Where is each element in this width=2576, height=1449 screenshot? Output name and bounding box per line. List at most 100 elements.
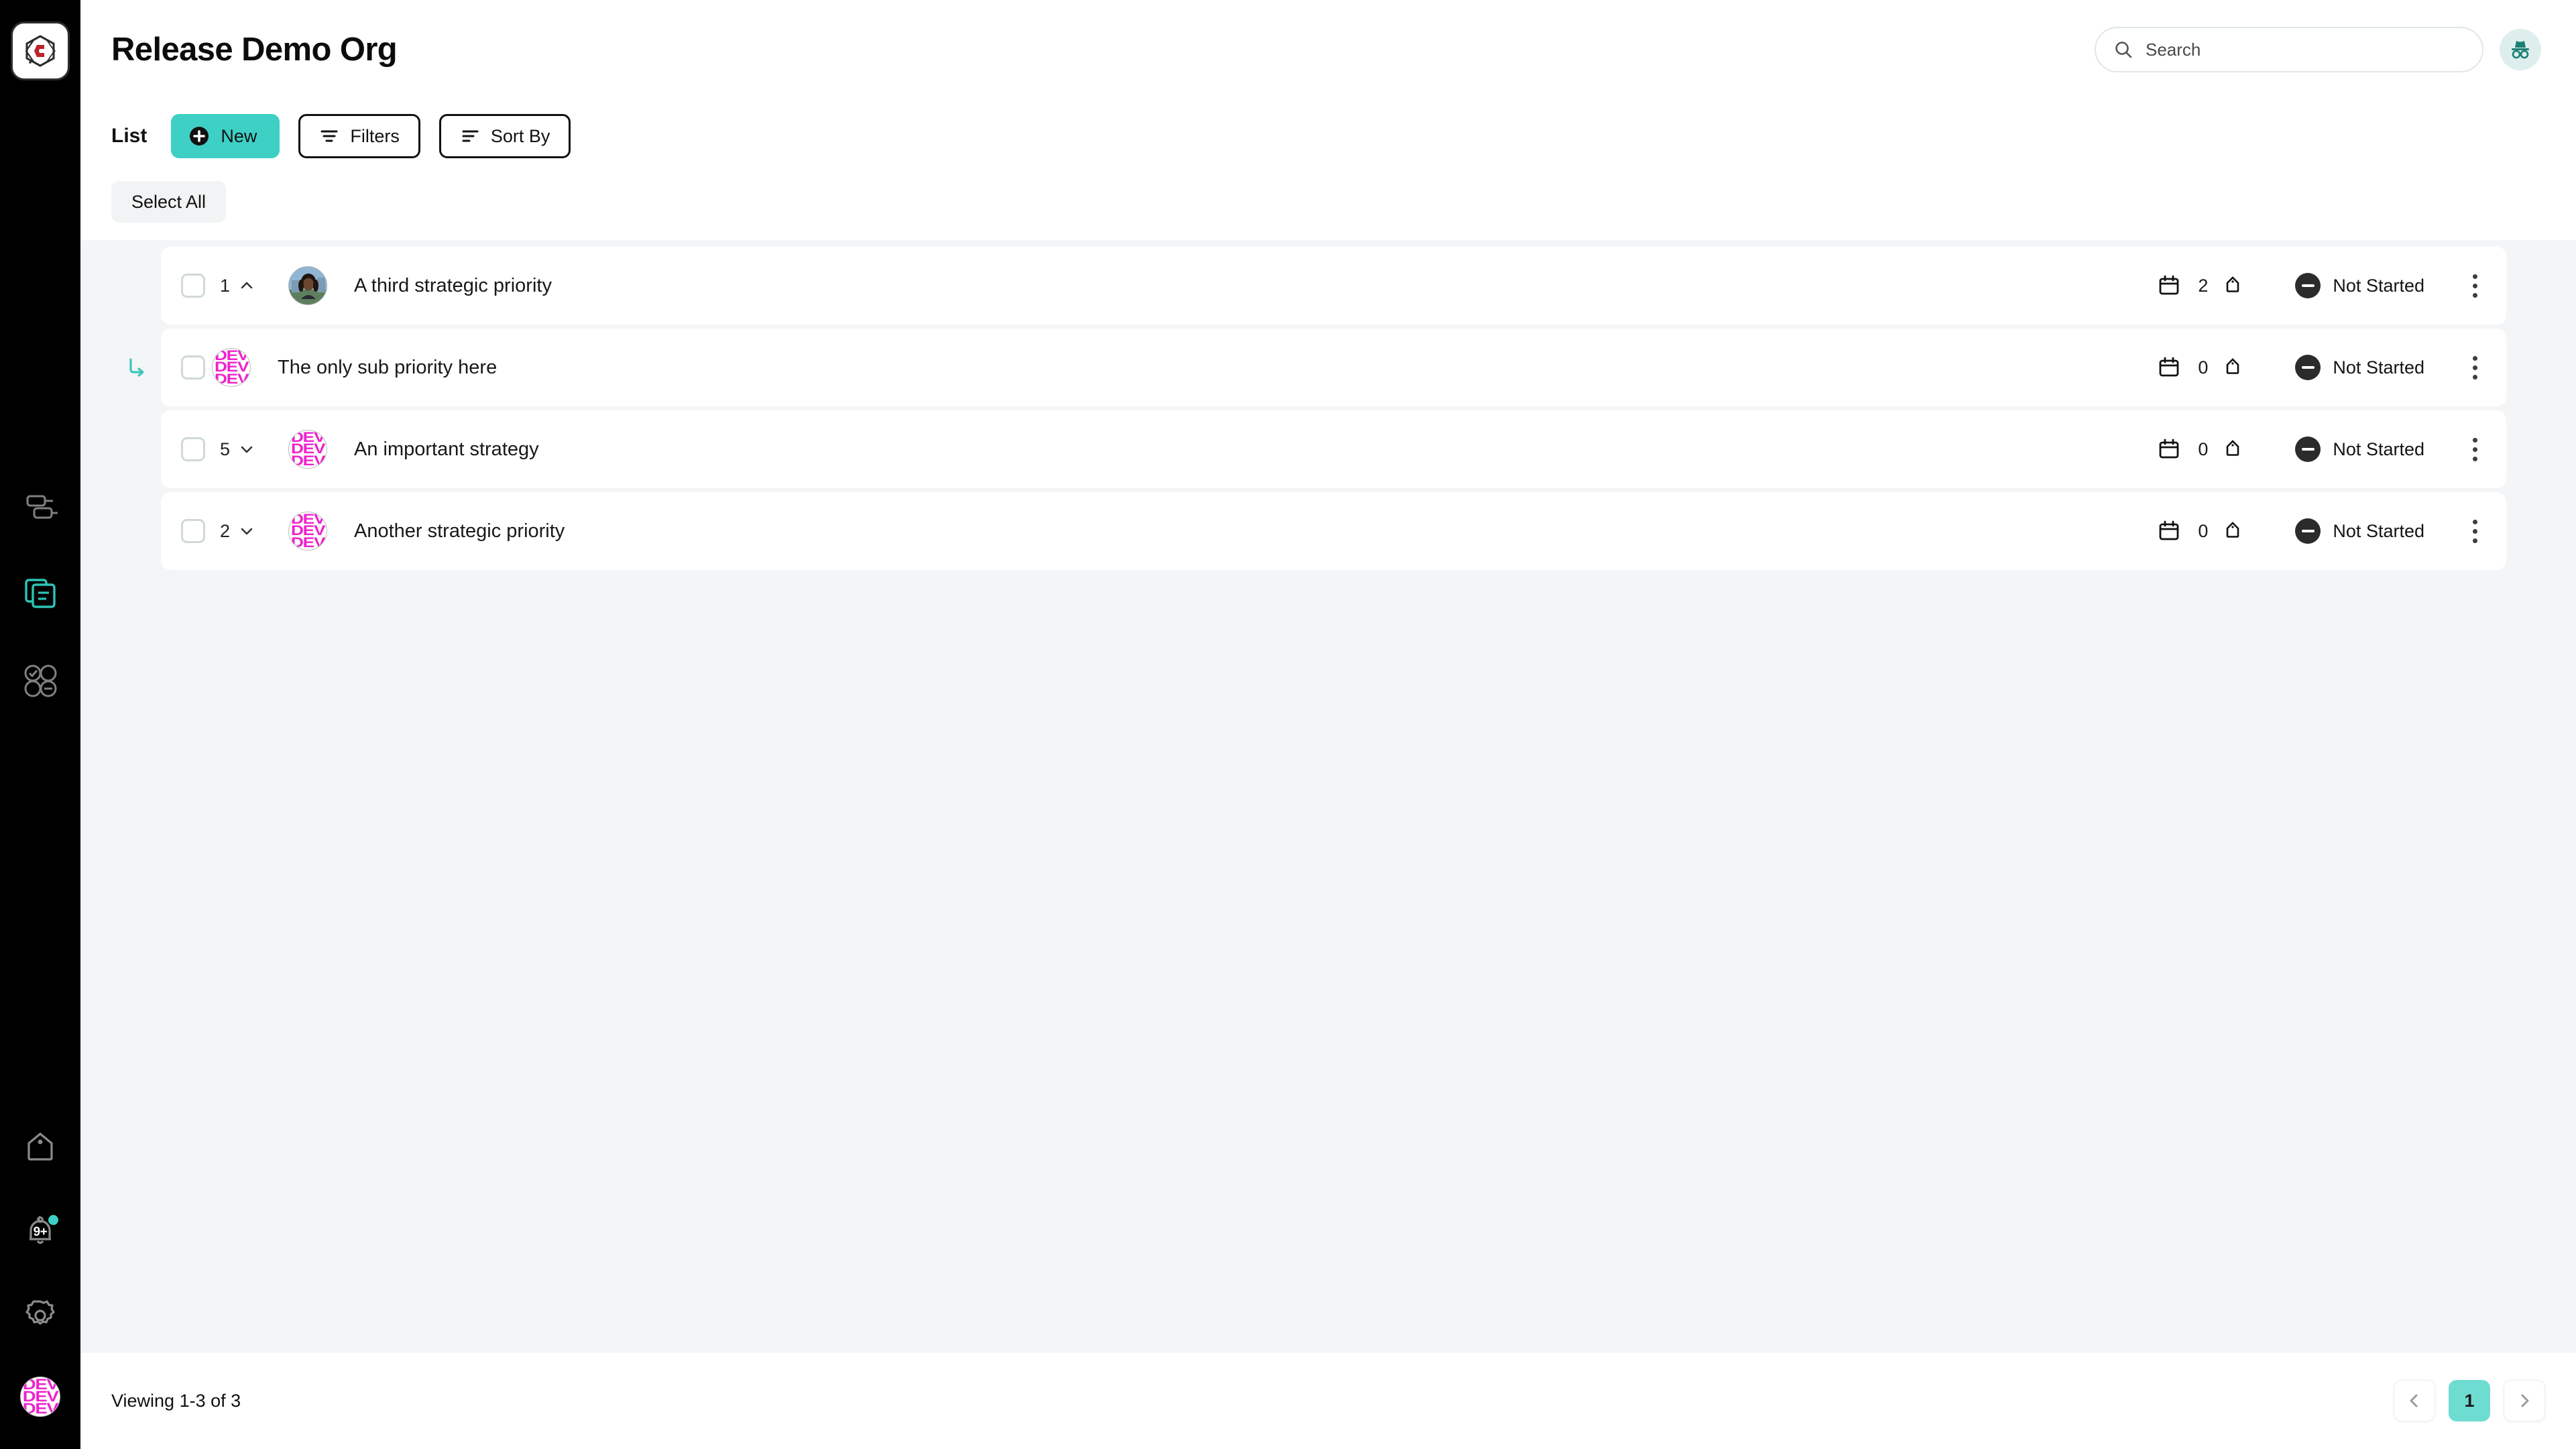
sub-row-gutter: [80, 329, 161, 406]
app-logo[interactable]: [11, 21, 70, 80]
calendar-glyph: [2159, 520, 2179, 540]
minus-circle-icon: [2295, 273, 2321, 298]
row-checkbox[interactable]: [181, 274, 205, 298]
sidebar-item-dashboard[interactable]: [0, 657, 80, 704]
tag-glyph: [2227, 521, 2239, 538]
search-input[interactable]: Search: [2095, 27, 2483, 72]
new-button-label: New: [221, 125, 257, 146]
prev-page-button[interactable]: [2394, 1380, 2435, 1422]
avatar-initials: DEV DEV DEV: [290, 512, 325, 550]
tag-count: 2: [2198, 275, 2209, 296]
sidebar-item-settings[interactable]: [0, 1292, 80, 1339]
logo-hexagon-icon: [25, 35, 56, 67]
tag-icon[interactable]: [2223, 356, 2243, 380]
calendar-icon[interactable]: [2158, 520, 2180, 542]
chevron-up-icon[interactable]: [238, 277, 255, 294]
avatar-initials: DEV DEV DEV: [290, 430, 325, 469]
bell-wrap: 9+: [20, 1211, 60, 1251]
row-checkbox[interactable]: [181, 355, 205, 380]
tag-icon[interactable]: [2223, 274, 2243, 298]
sidebar-item-items[interactable]: [0, 570, 80, 617]
tag-icon[interactable]: [2223, 438, 2243, 461]
row-checkbox[interactable]: [181, 519, 205, 543]
sidebar-item-home[interactable]: [0, 1123, 80, 1170]
sidebar-user-avatar[interactable]: DEV DEV DEV: [20, 1377, 60, 1417]
calendar-icon[interactable]: [2158, 274, 2180, 297]
status-text: Not Started: [2333, 357, 2424, 378]
sidebar-bottom-nav: 9+ DEV DEV DEV: [0, 1123, 80, 1417]
row-card[interactable]: 1 A third strategic priority 2 Not Start…: [161, 247, 2506, 325]
corner-down-right-icon: [129, 358, 144, 377]
calendar-icon[interactable]: [2158, 356, 2180, 379]
avatar: DEV DEV DEV: [212, 348, 251, 387]
row-gutter: [80, 247, 161, 325]
row-child-count[interactable]: 2: [220, 521, 282, 542]
row-card[interactable]: DEV DEV DEV The only sub priority here 0…: [161, 329, 2506, 406]
status-text: Not Started: [2333, 275, 2424, 296]
tag-icon[interactable]: [2223, 520, 2243, 543]
footer: Viewing 1-3 of 3 1: [80, 1352, 2576, 1449]
table-row[interactable]: 5 DEV DEV DEV An important strategy 0 No…: [80, 410, 2576, 488]
calendar-glyph: [2159, 439, 2179, 459]
kebab-menu-icon[interactable]: [2466, 353, 2483, 382]
calendar-icon[interactable]: [2158, 438, 2180, 461]
gear-icon: [25, 1300, 55, 1325]
kebab-menu-icon[interactable]: [2466, 271, 2483, 300]
search-placeholder: Search: [2146, 39, 2201, 60]
viewing-count: Viewing 1-3 of 3: [111, 1390, 241, 1411]
chevron-left-icon: [2410, 1394, 2418, 1407]
sidebar-item-notifications[interactable]: 9+: [0, 1208, 80, 1255]
table-row[interactable]: DEV DEV DEV The only sub priority here 0…: [80, 329, 2576, 406]
sidebar-nav: [0, 483, 80, 704]
select-all-button[interactable]: Select All: [111, 181, 227, 223]
row-child-count[interactable]: 1: [220, 276, 282, 296]
row-meta: 2 Not Started: [2158, 271, 2483, 300]
incognito-button[interactable]: [2500, 29, 2541, 70]
minus-circle-icon: [2295, 355, 2321, 380]
new-button[interactable]: New: [171, 114, 280, 158]
row-title[interactable]: An important strategy: [354, 439, 539, 461]
chevron-down-icon[interactable]: [238, 522, 255, 540]
kebab-menu-icon[interactable]: [2466, 516, 2483, 546]
row-card[interactable]: 2 DEVDEVDEV Another strategic priority: [161, 492, 2506, 570]
tag-count: 0: [2198, 520, 2209, 541]
row-title[interactable]: Another strategic priority: [354, 520, 565, 542]
status-text: Not Started: [2333, 439, 2424, 459]
row-card[interactable]: 5 DEV DEV DEV An important strategy 0 No…: [161, 410, 2506, 488]
top-bar: Release Demo Org Search: [80, 0, 2576, 99]
main-content: Release Demo Org Search List New Filters…: [80, 0, 2576, 1449]
row-meta: 0 Not Started: [2158, 516, 2483, 546]
filter-icon: [320, 130, 338, 142]
avatar: DEV DEV DEV: [288, 430, 327, 469]
status-badge[interactable]: Not Started: [2295, 437, 2424, 462]
chevron-down-icon[interactable]: [238, 441, 255, 458]
sidebar-item-roadmap[interactable]: [0, 483, 80, 530]
item-list: 1 A third strategic priority 2 Not Start…: [80, 240, 2576, 1352]
row-title[interactable]: A third strategic priority: [354, 275, 552, 297]
status-badge[interactable]: Not Started: [2295, 355, 2424, 380]
row-title[interactable]: The only sub priority here: [278, 357, 497, 379]
view-label: List: [111, 125, 148, 147]
avatar-initials: DEV DEV DEV: [214, 348, 249, 387]
status-badge[interactable]: Not Started: [2295, 518, 2424, 544]
row-gutter: [80, 410, 161, 488]
tag-glyph: [2227, 276, 2239, 292]
next-page-button[interactable]: [2504, 1380, 2545, 1422]
filters-button[interactable]: Filters: [298, 114, 420, 158]
home-tag-icon: [27, 1132, 53, 1161]
status-badge[interactable]: Not Started: [2295, 273, 2424, 298]
row-child-count[interactable]: 5: [220, 439, 282, 460]
sort-by-button[interactable]: Sort By: [438, 114, 571, 158]
page-button-1[interactable]: 1: [2449, 1380, 2490, 1422]
documents-icon: [25, 579, 56, 608]
kebab-menu-icon[interactable]: [2466, 434, 2483, 464]
avatar-initials: DEV DEV DEV: [22, 1377, 59, 1417]
table-row[interactable]: 2 DEVDEVDEV Another strategic priority: [80, 492, 2576, 570]
child-count-value: 2: [220, 520, 231, 541]
search-icon: [2115, 42, 2132, 58]
sort-by-button-label: Sort By: [490, 125, 550, 146]
row-checkbox[interactable]: [181, 437, 205, 461]
table-row[interactable]: 1 A third strategic priority 2 Not Start…: [80, 247, 2576, 325]
calendar-glyph: [2159, 357, 2179, 377]
tag-count: 0: [2198, 357, 2209, 378]
